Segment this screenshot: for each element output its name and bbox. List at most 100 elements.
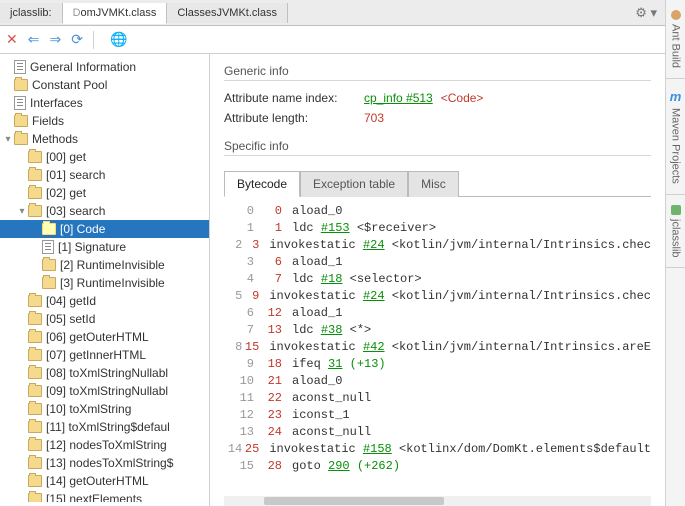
tree-row[interactable]: General Information	[0, 58, 209, 76]
tree-row[interactable]: [05] setId	[0, 310, 209, 328]
bc-offset: 18	[254, 356, 284, 373]
tree-row[interactable]: [03] search	[0, 202, 209, 220]
tab-classes-class[interactable]: ClassesJVMKt.class	[167, 3, 288, 23]
tree-row[interactable]: [04] getId	[0, 292, 209, 310]
attr-name-index-value: <Code>	[441, 91, 484, 105]
tree-row[interactable]: Interfaces	[0, 94, 209, 112]
bc-offset: 12	[254, 305, 284, 322]
tree-label: Constant Pool	[32, 78, 107, 92]
bc-ref-link[interactable]: #158	[363, 442, 392, 456]
bc-offset: 28	[254, 458, 284, 475]
bc-offset: 13	[254, 322, 284, 339]
gear-icon[interactable]: ⚙ ▾	[627, 5, 665, 21]
tree-row[interactable]: [0] Code	[0, 220, 209, 238]
jclasslib-icon	[671, 205, 681, 215]
back-icon[interactable]: ⇐	[28, 31, 40, 48]
tree-row[interactable]: [06] getOuterHTML	[0, 328, 209, 346]
tree-row[interactable]: [11] toXmlString$defaul	[0, 418, 209, 436]
tree-label: [0] Code	[60, 222, 105, 236]
side-tab-jclasslib[interactable]: jclasslib	[666, 195, 685, 269]
bc-ref-link[interactable]: #24	[363, 238, 385, 252]
bc-instruction: ldc #153 <$receiver>	[284, 220, 436, 237]
tree-row[interactable]: [15] nextElements	[0, 490, 209, 502]
refresh-icon[interactable]: ⟳	[71, 31, 83, 48]
bc-line-num: 0	[224, 203, 254, 220]
tab-jclasslib[interactable]: jclasslib:	[0, 3, 63, 23]
tree-row[interactable]: Constant Pool	[0, 76, 209, 94]
browser-icon[interactable]: 🌐	[110, 31, 127, 48]
tree-label: General Information	[30, 60, 136, 74]
tree-row[interactable]: [3] RuntimeInvisible	[0, 274, 209, 292]
bc-ref-link[interactable]: #38	[321, 323, 343, 337]
bc-comment: <kotlin/jvm/internal/Intrinsics.chec	[392, 289, 651, 303]
folder-icon	[28, 151, 42, 163]
tree-label: [14] getOuterHTML	[46, 474, 149, 488]
bc-line-num: 2	[224, 237, 242, 254]
bc-instruction: invokestatic #158 <kotlinx/dom/DomKt.ele…	[261, 441, 651, 458]
tree-arrow-icon[interactable]	[16, 206, 28, 217]
bc-ref-link[interactable]: #18	[321, 272, 343, 286]
tree-row[interactable]: [02] get	[0, 184, 209, 202]
bc-line-num: 3	[224, 254, 254, 271]
bc-line-num: 10	[224, 373, 254, 390]
tree-label: [09] toXmlStringNullabl	[46, 384, 168, 398]
tree-row[interactable]: [12] nodesToXmlString	[0, 436, 209, 454]
tree-row[interactable]: [08] toXmlStringNullabl	[0, 364, 209, 382]
bc-instruction: goto 290 (+262)	[284, 458, 400, 475]
tab-dom-class[interactable]: DomJVMKt.class	[63, 3, 168, 24]
sub-tab-exception-table[interactable]: Exception table	[300, 171, 408, 197]
bc-offset: 15	[242, 339, 261, 356]
tree-row[interactable]: [01] search	[0, 166, 209, 184]
bc-instruction: ldc #38 <*>	[284, 322, 371, 339]
folder-icon	[28, 331, 42, 343]
bytecode-row: 1324aconst_null	[224, 424, 651, 441]
forward-icon[interactable]: ⇒	[49, 31, 61, 48]
file-icon	[42, 240, 54, 254]
folder-icon	[14, 133, 28, 145]
close-icon[interactable]: ✕	[6, 31, 18, 48]
bc-comment: <kotlin/jvm/internal/Intrinsics.chec	[392, 238, 651, 252]
tree-label: [10] toXmlString	[46, 402, 131, 416]
bc-ref-link[interactable]: #42	[363, 340, 385, 354]
folder-icon	[28, 295, 42, 307]
tree-label: [07] getInnerHTML	[46, 348, 146, 362]
tree-label: [03] search	[46, 204, 105, 218]
bc-instruction: aload_0	[284, 203, 342, 220]
bc-ref-link[interactable]: 31	[328, 357, 342, 371]
tree-label: [2] RuntimeInvisible	[60, 258, 165, 272]
tree-row[interactable]: [14] getOuterHTML	[0, 472, 209, 490]
side-tab-maven[interactable]: mMaven Projects	[666, 79, 685, 195]
tree-row[interactable]: [1] Signature	[0, 238, 209, 256]
folder-icon	[42, 223, 56, 235]
bc-line-num: 9	[224, 356, 254, 373]
bc-ref-link[interactable]: #24	[363, 289, 385, 303]
side-tab-ant-build[interactable]: Ant Build	[666, 0, 685, 79]
tree-row[interactable]: [10] toXmlString	[0, 400, 209, 418]
bc-ref-link[interactable]: #153	[321, 221, 350, 235]
tree-arrow-icon[interactable]	[2, 134, 14, 145]
tree-row[interactable]: [09] toXmlStringNullabl	[0, 382, 209, 400]
folder-icon	[28, 475, 42, 487]
tree-row[interactable]: [07] getInnerHTML	[0, 346, 209, 364]
bc-line-num: 7	[224, 322, 254, 339]
tree-row[interactable]: [00] get	[0, 148, 209, 166]
tree-row[interactable]: [2] RuntimeInvisible	[0, 256, 209, 274]
attr-name-index-link[interactable]: cp_info #513	[364, 91, 433, 105]
horizontal-scrollbar[interactable]	[224, 496, 651, 506]
tree-row[interactable]: Fields	[0, 112, 209, 130]
bytecode-view[interactable]: 00aload_011ldc #153 <$receiver>23invokes…	[224, 197, 651, 496]
tree-row[interactable]: Methods	[0, 130, 209, 148]
sub-tab-bytecode[interactable]: Bytecode	[224, 171, 300, 197]
folder-icon	[28, 421, 42, 433]
structure-tree[interactable]: General Information Constant Pool Interfac…	[0, 58, 209, 502]
bc-ref-link[interactable]: 290	[328, 459, 350, 473]
tree-row[interactable]: [13] nodesToXmlString$	[0, 454, 209, 472]
file-icon	[14, 60, 26, 74]
bc-comment: <*>	[350, 323, 372, 337]
sub-tab-misc[interactable]: Misc	[408, 171, 459, 197]
folder-icon	[14, 115, 28, 127]
bc-line-num: 6	[224, 305, 254, 322]
bytecode-row: 1528goto 290 (+262)	[224, 458, 651, 475]
bc-line-num: 4	[224, 271, 254, 288]
tree-label: [11] toXmlString$defaul	[46, 420, 170, 434]
